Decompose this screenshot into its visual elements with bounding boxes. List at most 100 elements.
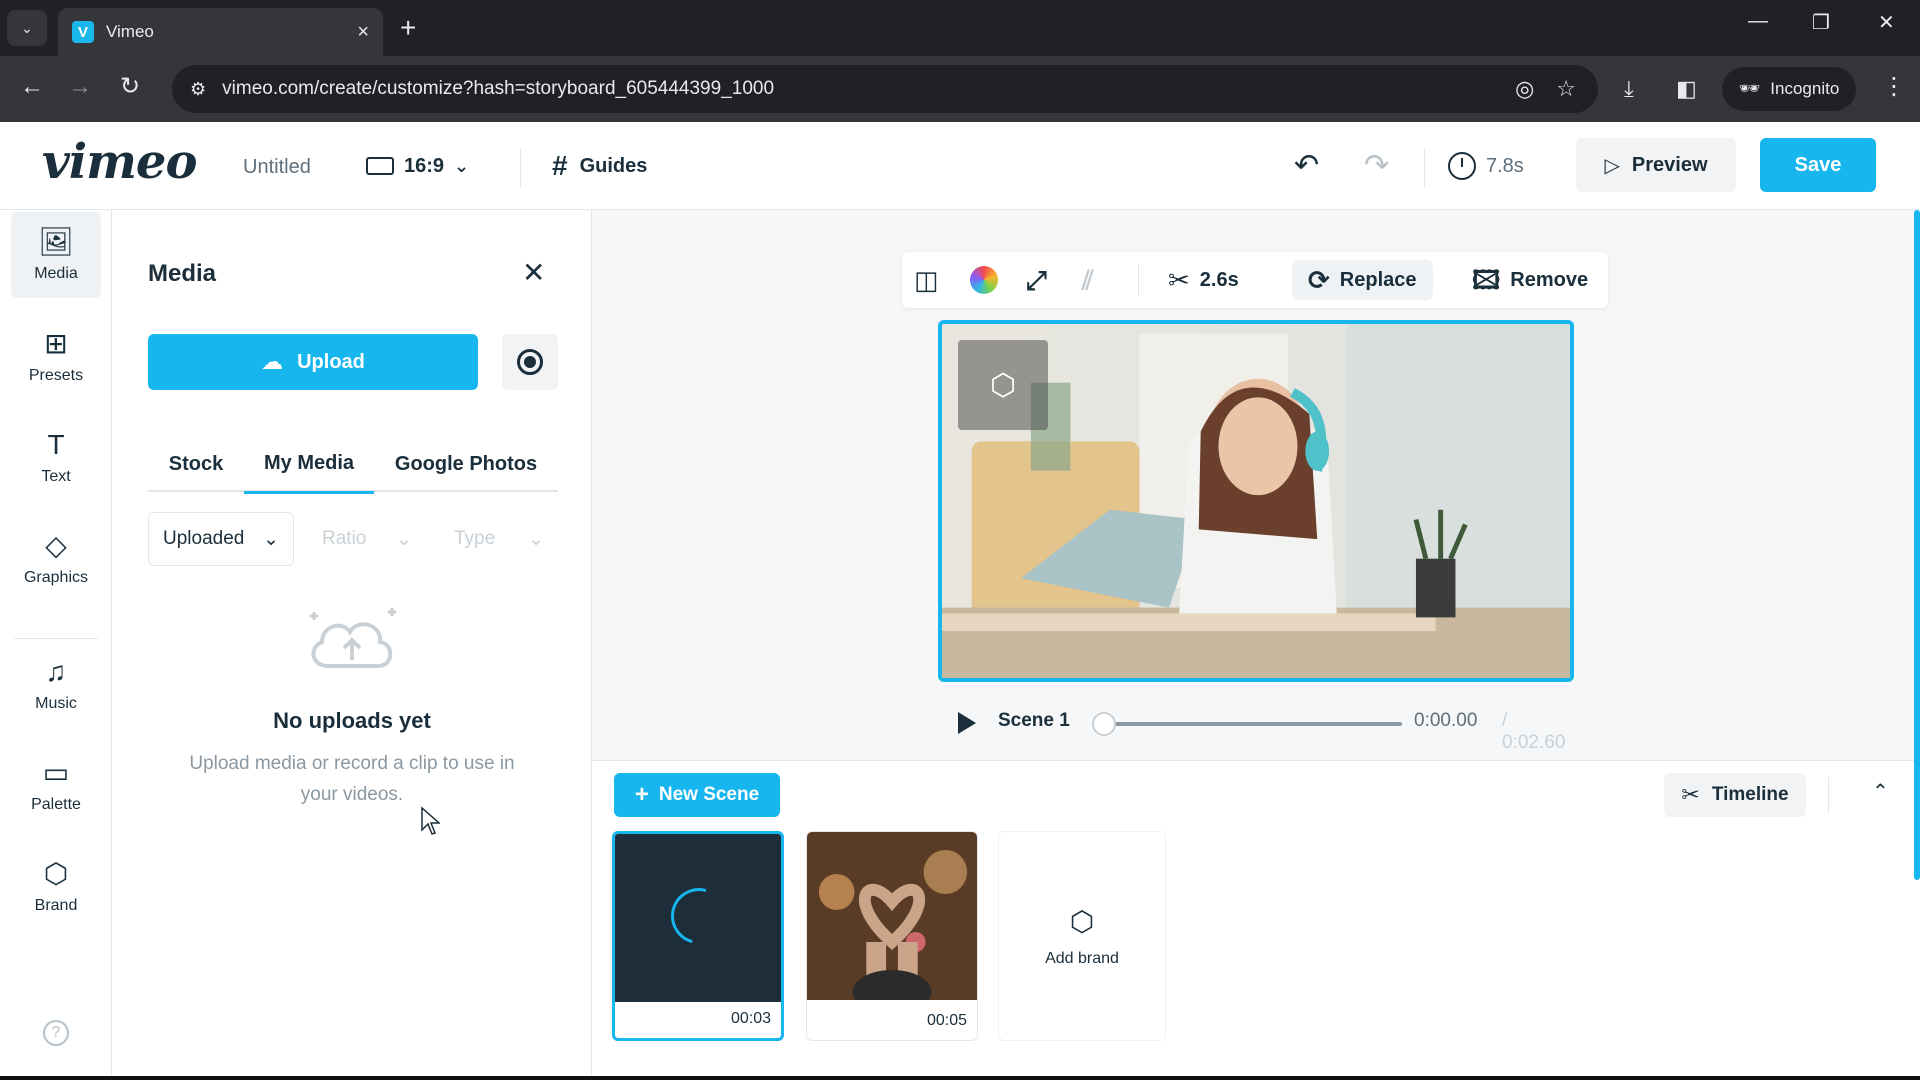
layout-button[interactable]: ◫	[914, 260, 939, 300]
record-button[interactable]	[502, 334, 558, 390]
rail-item-graphics[interactable]: ◇ Graphics	[11, 516, 101, 602]
rail-item-text[interactable]: T Text	[11, 415, 101, 501]
scrub-track[interactable]	[1094, 722, 1402, 726]
redo-icon[interactable]: ↷	[1364, 148, 1389, 184]
rail-item-presets[interactable]: ⊞ Presets	[11, 314, 101, 400]
empty-state-title: No uploads yet	[273, 708, 431, 733]
help-icon[interactable]: ?	[43, 1020, 69, 1046]
browser-menu-icon[interactable]: ⋮	[1882, 72, 1906, 101]
scene-thumbnail[interactable]: 00:03	[612, 831, 784, 1041]
close-tab-icon[interactable]: ×	[357, 21, 369, 44]
back-icon[interactable]: ←	[20, 72, 44, 102]
vimeo-favicon-icon: V	[72, 21, 94, 43]
rail-item-palette[interactable]: ▭ Palette	[11, 743, 101, 829]
play-icon[interactable]	[958, 712, 976, 734]
rail-item-music[interactable]: ♫ Music	[11, 642, 101, 728]
document-title[interactable]: Untitled	[243, 156, 311, 179]
clock-icon	[1448, 152, 1476, 180]
replace-button[interactable]: ⟳ Replace	[1292, 260, 1433, 300]
scrollbar[interactable]	[1914, 210, 1920, 880]
rail-item-brand[interactable]: ⬡ Brand	[11, 844, 101, 930]
type-filter-dropdown[interactable]: Type ⌄	[440, 512, 558, 566]
rail-item-media[interactable]: 🖼 Media	[11, 212, 101, 298]
image-remove-icon: 🖾	[1472, 265, 1501, 295]
rail-label: Media	[34, 265, 78, 282]
chevron-down-icon: ⌄	[21, 19, 33, 36]
star-icon[interactable]: ☆	[1556, 76, 1576, 102]
tab-stock[interactable]: Stock	[148, 436, 244, 492]
download-icon[interactable]: ⤓	[1624, 76, 1634, 102]
rail-label: Palette	[31, 796, 81, 813]
rail-label: Text	[41, 468, 71, 485]
total-duration: 7.8s	[1448, 152, 1524, 180]
effect-button[interactable]: ⫽	[1082, 260, 1094, 300]
preview-button[interactable]: ▷ Preview	[1576, 138, 1736, 192]
header-divider	[1424, 148, 1425, 188]
color-button[interactable]	[970, 260, 998, 300]
tab-google-photos[interactable]: Google Photos	[374, 436, 558, 492]
app-header: vimeo Untitled 16:9 ⌄ # Guides ↶ ↷ 7.8s …	[0, 122, 1920, 210]
duration-label: 7.8s	[1486, 154, 1524, 177]
forward-icon[interactable]: →	[68, 72, 92, 102]
eye-off-icon[interactable]: ◎	[1515, 76, 1534, 102]
remove-button[interactable]: 🖾 Remove	[1472, 260, 1588, 300]
rail-label: Music	[35, 695, 77, 712]
expand-button[interactable]: ⤢	[1026, 260, 1047, 300]
minimize-icon[interactable]: —	[1748, 10, 1768, 33]
guides-button[interactable]: # Guides	[552, 148, 647, 184]
aspect-ratio-dropdown[interactable]: 16:9 ⌄	[366, 148, 469, 184]
tab-my-media[interactable]: My Media	[244, 436, 374, 494]
new-tab-button[interactable]: +	[400, 12, 416, 44]
new-scene-button[interactable]: + New Scene	[614, 773, 780, 817]
vimeo-logo[interactable]: vimeo	[42, 134, 197, 190]
loading-spinner-icon	[660, 877, 738, 955]
close-icon[interactable]: ✕	[522, 258, 545, 288]
add-brand-card[interactable]: ⬡ Add brand	[998, 831, 1166, 1041]
record-icon	[517, 349, 543, 375]
site-settings-icon[interactable]: ⚙	[190, 79, 206, 100]
browser-tab[interactable]: V Vimeo ×	[58, 8, 383, 56]
aspect-ratio-label: 16:9	[404, 154, 445, 177]
chevron-up-icon[interactable]: ⌃	[1872, 779, 1889, 804]
trim-button[interactable]: ✂ 2.6s	[1168, 260, 1239, 300]
current-time: 0:00.00	[1414, 710, 1478, 731]
chevron-down-icon: ⌄	[263, 528, 279, 550]
scene-label: Scene 1	[998, 710, 1070, 731]
scrub-handle[interactable]	[1092, 712, 1116, 736]
source-filter-dropdown[interactable]: Uploaded ⌄	[148, 512, 294, 566]
palette-icon: ▭	[42, 757, 70, 788]
save-button[interactable]: Save	[1760, 138, 1876, 192]
filter-label: Type	[454, 528, 496, 549]
reload-icon[interactable]: ↻	[120, 72, 140, 102]
add-brand-label: Add brand	[1045, 949, 1119, 967]
scene-canvas[interactable]: ⬡	[938, 320, 1574, 682]
tab-search-button[interactable]: ⌄	[7, 10, 47, 46]
scene-thumbnail[interactable]: 00:05	[806, 831, 978, 1041]
slash-pattern-icon: ⫽	[1082, 265, 1094, 295]
timeline-button[interactable]: ✂ Timeline	[1664, 773, 1806, 817]
restore-icon[interactable]: ❐	[1812, 10, 1830, 35]
brand-icon: ⬡	[43, 858, 69, 889]
play-outline-icon: ▷	[1604, 154, 1620, 177]
scene-thumbnail-image	[615, 834, 781, 1002]
tab-title: Vimeo	[106, 22, 154, 41]
guides-label: Guides	[579, 154, 648, 177]
address-bar[interactable]: ⚙ vimeo.com/create/customize?hash=storyb…	[172, 65, 1598, 113]
scissors-icon: ✂	[1681, 782, 1700, 807]
upload-button[interactable]: ☁ Upload	[148, 334, 478, 390]
ratio-filter-dropdown[interactable]: Ratio ⌄	[308, 512, 426, 566]
brand-placeholder[interactable]: ⬡	[958, 340, 1048, 430]
layout-icon: ◫	[914, 265, 939, 295]
scene-playbar: Scene 1 0:00.00 / 0:02.60	[958, 704, 1572, 753]
scissors-icon: ✂	[1168, 265, 1190, 295]
cloud-upload-icon	[310, 608, 396, 668]
undo-icon[interactable]: ↶	[1294, 148, 1319, 184]
incognito-badge[interactable]: 🕶 Incognito	[1722, 67, 1856, 111]
new-scene-label: New Scene	[658, 784, 760, 805]
url-text[interactable]: vimeo.com/create/customize?hash=storyboa…	[222, 78, 1515, 100]
close-window-icon[interactable]: ✕	[1878, 10, 1895, 35]
grid-hash-icon: #	[552, 150, 568, 181]
side-panel-icon[interactable]: ◧	[1676, 76, 1697, 102]
browser-toolbar: ← → ↻ ⚙ vimeo.com/create/customize?hash=…	[0, 56, 1920, 122]
cloud-upload-icon: ☁	[261, 349, 284, 374]
